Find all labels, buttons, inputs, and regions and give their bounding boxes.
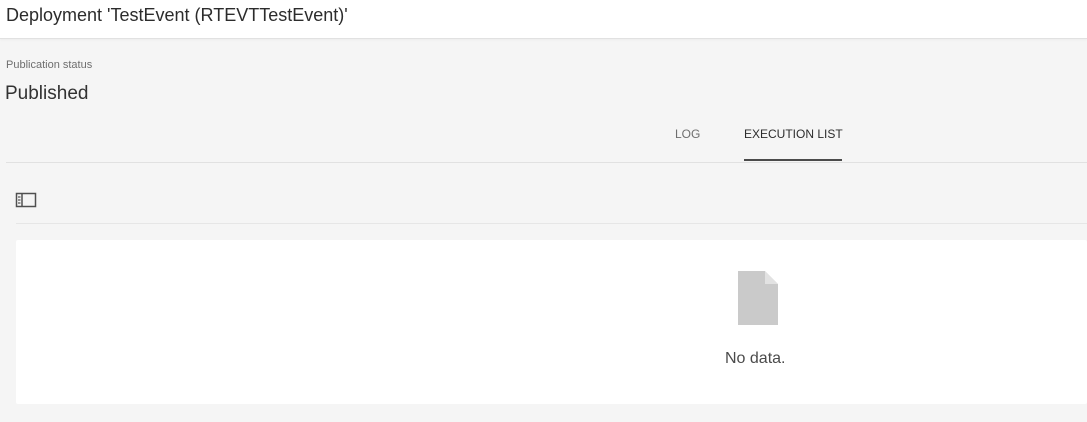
tab-execution-list[interactable]: EXECUTION LIST [744, 127, 843, 141]
execution-list-empty-state: No data. [16, 240, 1087, 404]
panel-toggle-icon [15, 192, 37, 208]
page-header: Deployment 'TestEvent (RTEVTTestEvent)' [0, 0, 1087, 39]
tabs-divider [6, 162, 1087, 163]
publication-status-label: Publication status [6, 59, 93, 71]
publication-status-value: Published [5, 83, 89, 104]
document-icon [738, 271, 778, 325]
panel-toggle-button[interactable] [15, 191, 37, 209]
toolbar-divider [16, 223, 1087, 224]
page-title: Deployment 'TestEvent (RTEVTTestEvent)' [6, 5, 348, 25]
empty-state-message: No data. [725, 350, 786, 367]
tab-log[interactable]: LOG [675, 127, 700, 141]
active-tab-indicator [744, 159, 842, 161]
